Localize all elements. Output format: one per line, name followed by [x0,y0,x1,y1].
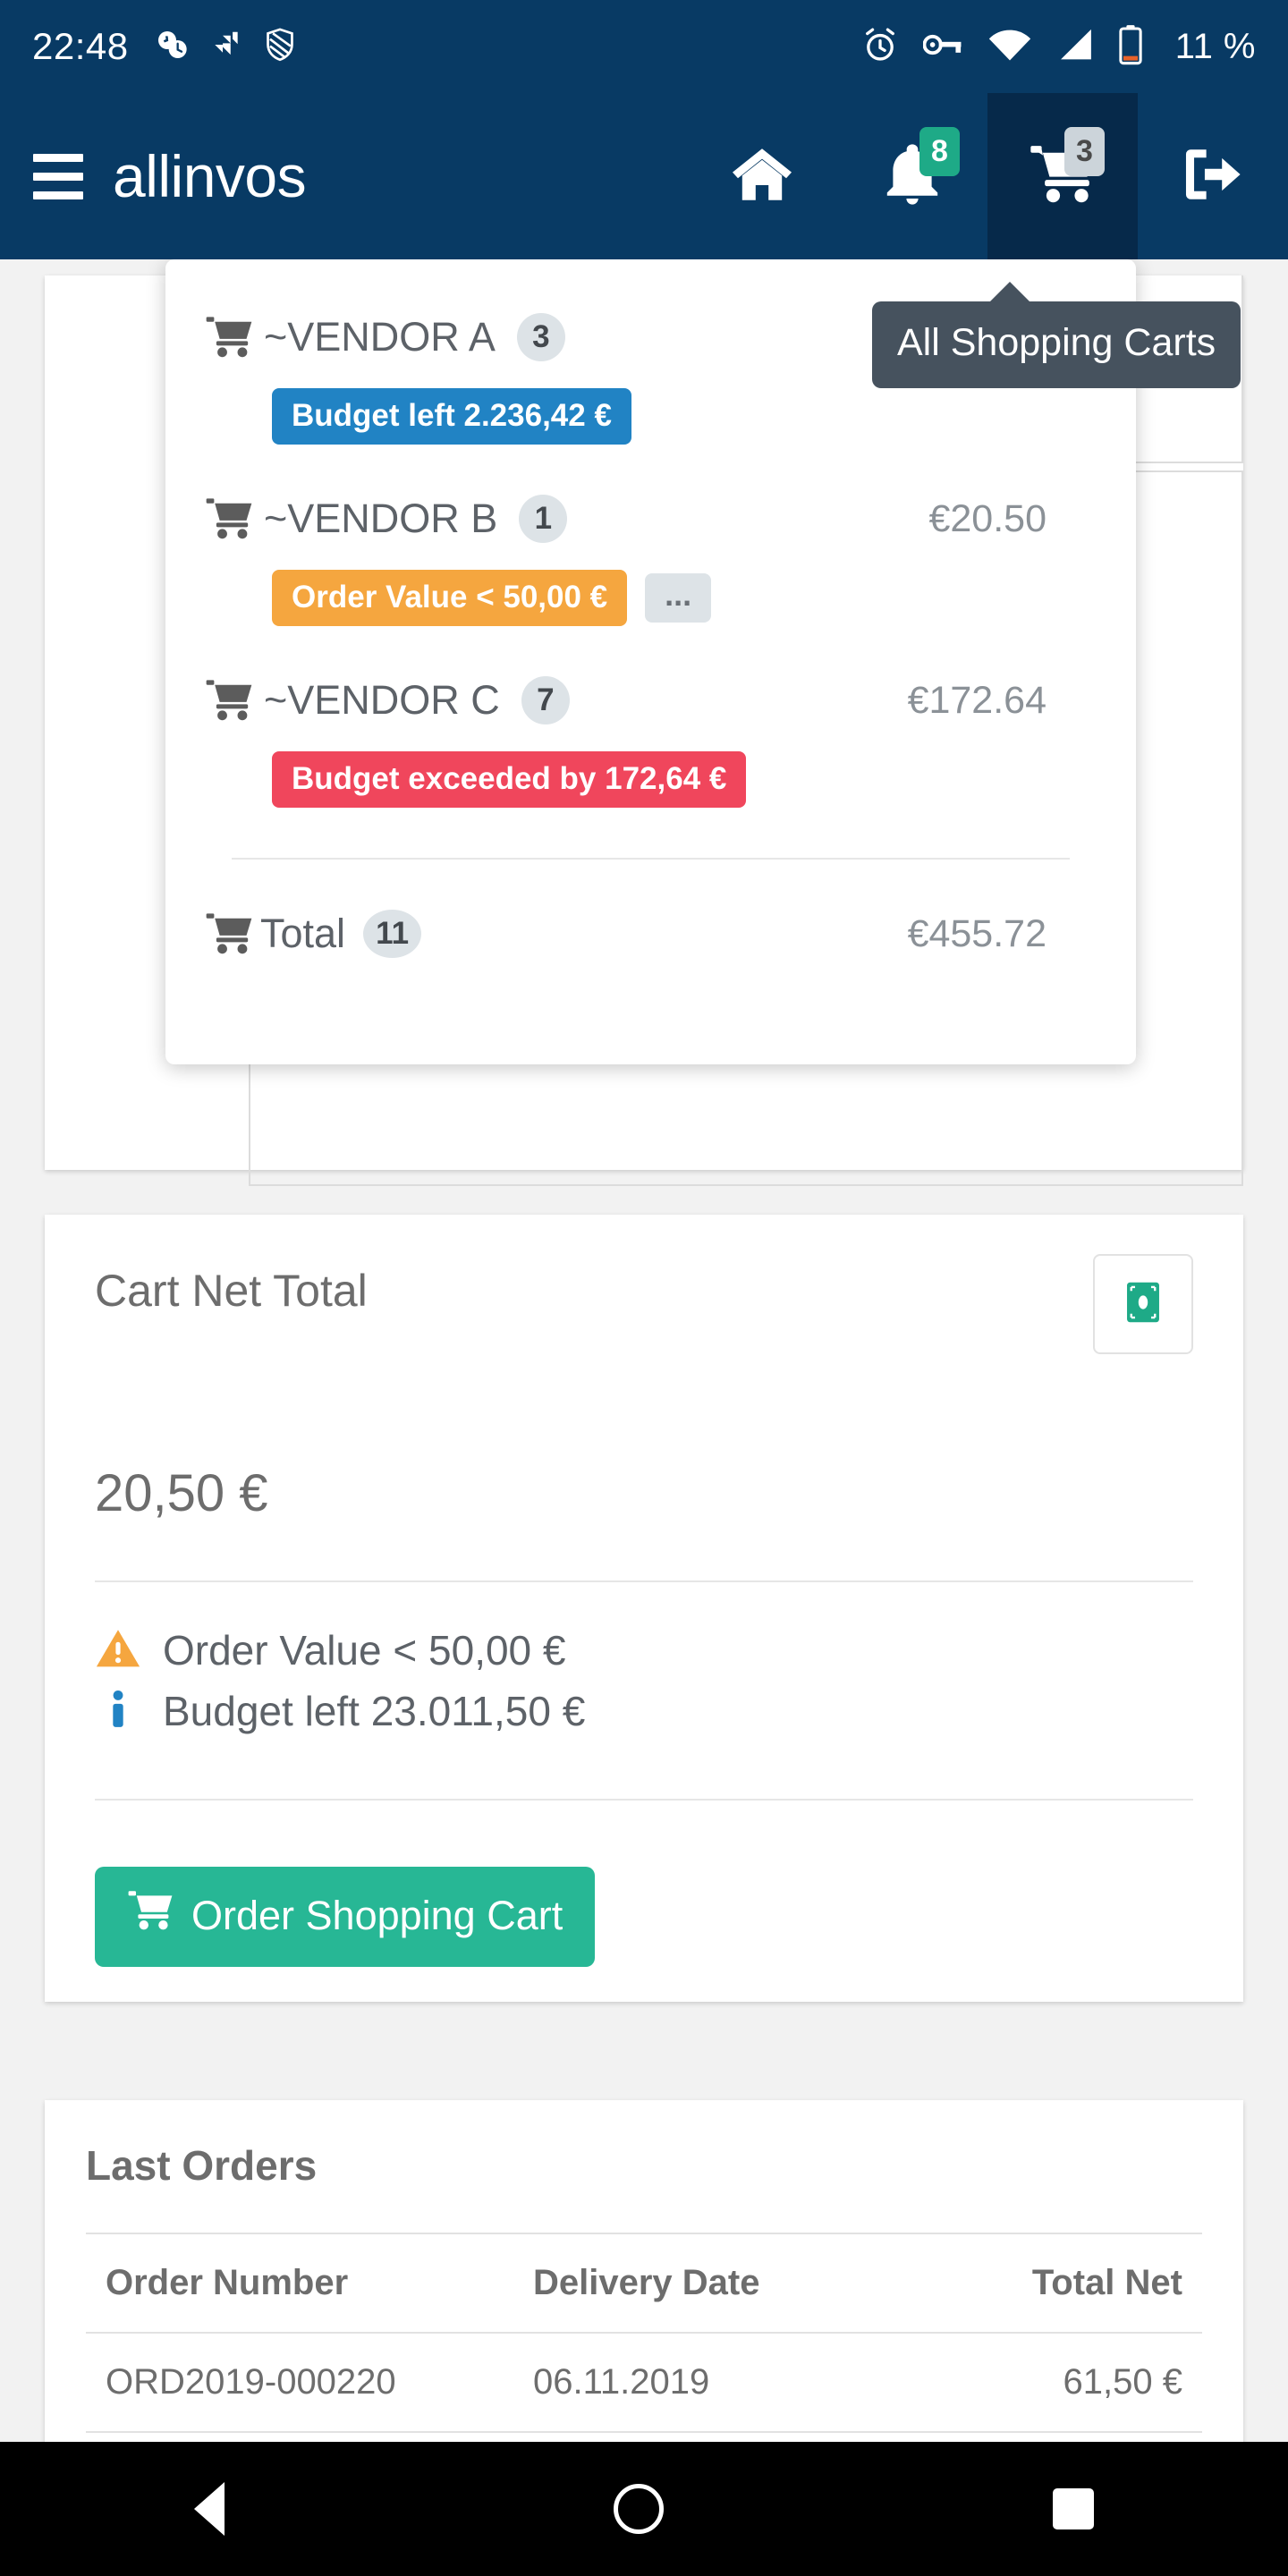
cell-order-number: ORD2019-000220 [86,2332,515,2433]
menu-button[interactable] [0,93,98,259]
more-options-button[interactable]: ... [645,573,712,623]
cart-icon [205,912,253,955]
alarm-icon [860,25,900,69]
column-header-delivery-date: Delivery Date [515,2233,873,2334]
cart-status-tag-row: Budget left 2.236,42 € [272,388,1097,445]
cart-item-count: 1 [519,495,568,543]
cart-vendor-label-group: ~VENDOR B 1 [205,495,568,543]
cart-vendor-row[interactable]: ~VENDOR B 1 €20.50 [205,491,1097,547]
notifications-button[interactable]: 8 [837,93,987,259]
banknote-icon [1120,1279,1166,1330]
cart-badge: 3 [1064,127,1105,176]
cart-status-tag-row: Budget exceeded by 172,64 € [272,751,1097,808]
status-system-icons: 11 % [860,24,1256,70]
app-title: allinvos [113,143,307,209]
dropdown-divider [232,858,1070,860]
column-header-order-number: Order Number [86,2233,515,2334]
order-shopping-cart-label: Order Shopping Cart [191,1892,564,1938]
cart-total-row: Total 11 €455.72 [205,906,1097,962]
status-badge: Budget left 2.236,42 € [272,388,631,445]
cart-vendor-name: ~VENDOR C [264,677,500,723]
status-notification-icons [154,26,297,68]
divider [95,1799,1193,1801]
jira-icon [209,27,243,67]
cart-note-text: Budget left 23.011,50 € [163,1688,586,1734]
cart-vendor-label-group: ~VENDOR C 7 [205,676,570,724]
logout-icon [1182,145,1243,208]
cart-vendor-row[interactable]: ~VENDOR C 7 €172.64 [205,673,1097,728]
table-row[interactable]: ORD2019-000220 06.11.2019 61,50 € [86,2332,1202,2433]
cell-total-net: 61,50 € [873,2332,1202,2433]
status-badge: Budget exceeded by 172,64 € [272,751,747,808]
page-content: Total Net Ord No C [0,259,1288,2512]
cart-vendor-label-group: ~VENDOR A 3 [205,313,565,361]
battery-percent-label: 11 % [1174,26,1256,66]
cart-vendor-name: ~VENDOR B [264,496,498,541]
cart-note-list: Order Value < 50,00 € Budget left 23.011… [95,1620,1193,1741]
cart-total-count: 11 [363,910,422,958]
cart-icon [205,497,253,540]
dropdown-row-gap [205,626,1097,673]
app-header-bar: allinvos 8 3 [0,93,1288,259]
cart-net-total-amount: 20,50 € [95,1464,268,1522]
home-button[interactable] [687,93,837,259]
table-header-row: Order Number Delivery Date Total Net [86,2233,1202,2334]
home-icon [729,145,795,208]
hamburger-icon [33,153,83,199]
recents-square-icon[interactable] [1052,2488,1094,2529]
info-icon [95,1688,141,1735]
cart-total-amount: €455.72 [907,911,1046,955]
cart-vendor-amount: €20.50 [928,496,1046,540]
cart-net-total-header: Cart Net Total [95,1254,1193,1354]
warning-triangle-icon [95,1627,141,1674]
cart-tooltip: All Shopping Carts [872,282,1241,388]
cart-net-total-card: Cart Net Total 20,50 € Order Value < 50,… [45,1215,1243,2002]
cart-status-tag-row: Order Value < 50,00 € ... [272,570,1097,626]
column-header-total-net: Total Net [873,2233,1202,2334]
cart-note-text: Order Value < 50,00 € [163,1627,566,1674]
android-nav-bar [0,2442,1288,2576]
cart-item-count: 7 [521,676,570,724]
cart-icon [205,316,253,359]
cart-note-info: Budget left 23.011,50 € [95,1681,1193,1741]
cart-total-label: Total [260,911,346,956]
phone-screen: 22:48 11 % allinvos 8 3 ~VENDOR A 3 Budg… [0,0,1288,2576]
budget-button[interactable] [1093,1254,1193,1354]
home-circle-icon[interactable] [613,2484,664,2534]
wifi-icon [987,28,1032,66]
cart-item-count: 3 [516,313,565,361]
cart-button[interactable]: 3 [987,93,1138,259]
android-status-bar: 22:48 11 % [0,0,1288,93]
logout-button[interactable] [1138,93,1288,259]
status-clock: 22:48 [32,25,129,67]
vpn-key-icon [922,30,964,64]
last-orders-title: Last Orders [86,2142,318,2189]
cart-icon [205,679,253,722]
divider [95,1580,1193,1582]
sleep-clock-icon [154,27,190,67]
cart-vendor-amount: €172.64 [907,678,1046,722]
signal-icon [1055,28,1095,66]
cart-icon [127,1890,174,1941]
notifications-badge: 8 [919,127,960,176]
cell-delivery-date: 06.11.2019 [515,2332,873,2433]
battery-icon [1118,24,1143,70]
status-badge: Order Value < 50,00 € [272,570,628,626]
last-orders-table: Order Number Delivery Date Total Net ORD… [86,2233,1202,2433]
cart-note-warning: Order Value < 50,00 € [95,1620,1193,1681]
order-shopping-cart-button[interactable]: Order Shopping Cart [95,1867,596,1967]
page-title: Cart Net Total [95,1266,368,1316]
shield-icon [263,26,297,68]
cart-vendor-name: ~VENDOR A [264,314,496,360]
back-triangle-icon[interactable] [194,2482,225,2536]
dropdown-row-gap [205,445,1097,491]
